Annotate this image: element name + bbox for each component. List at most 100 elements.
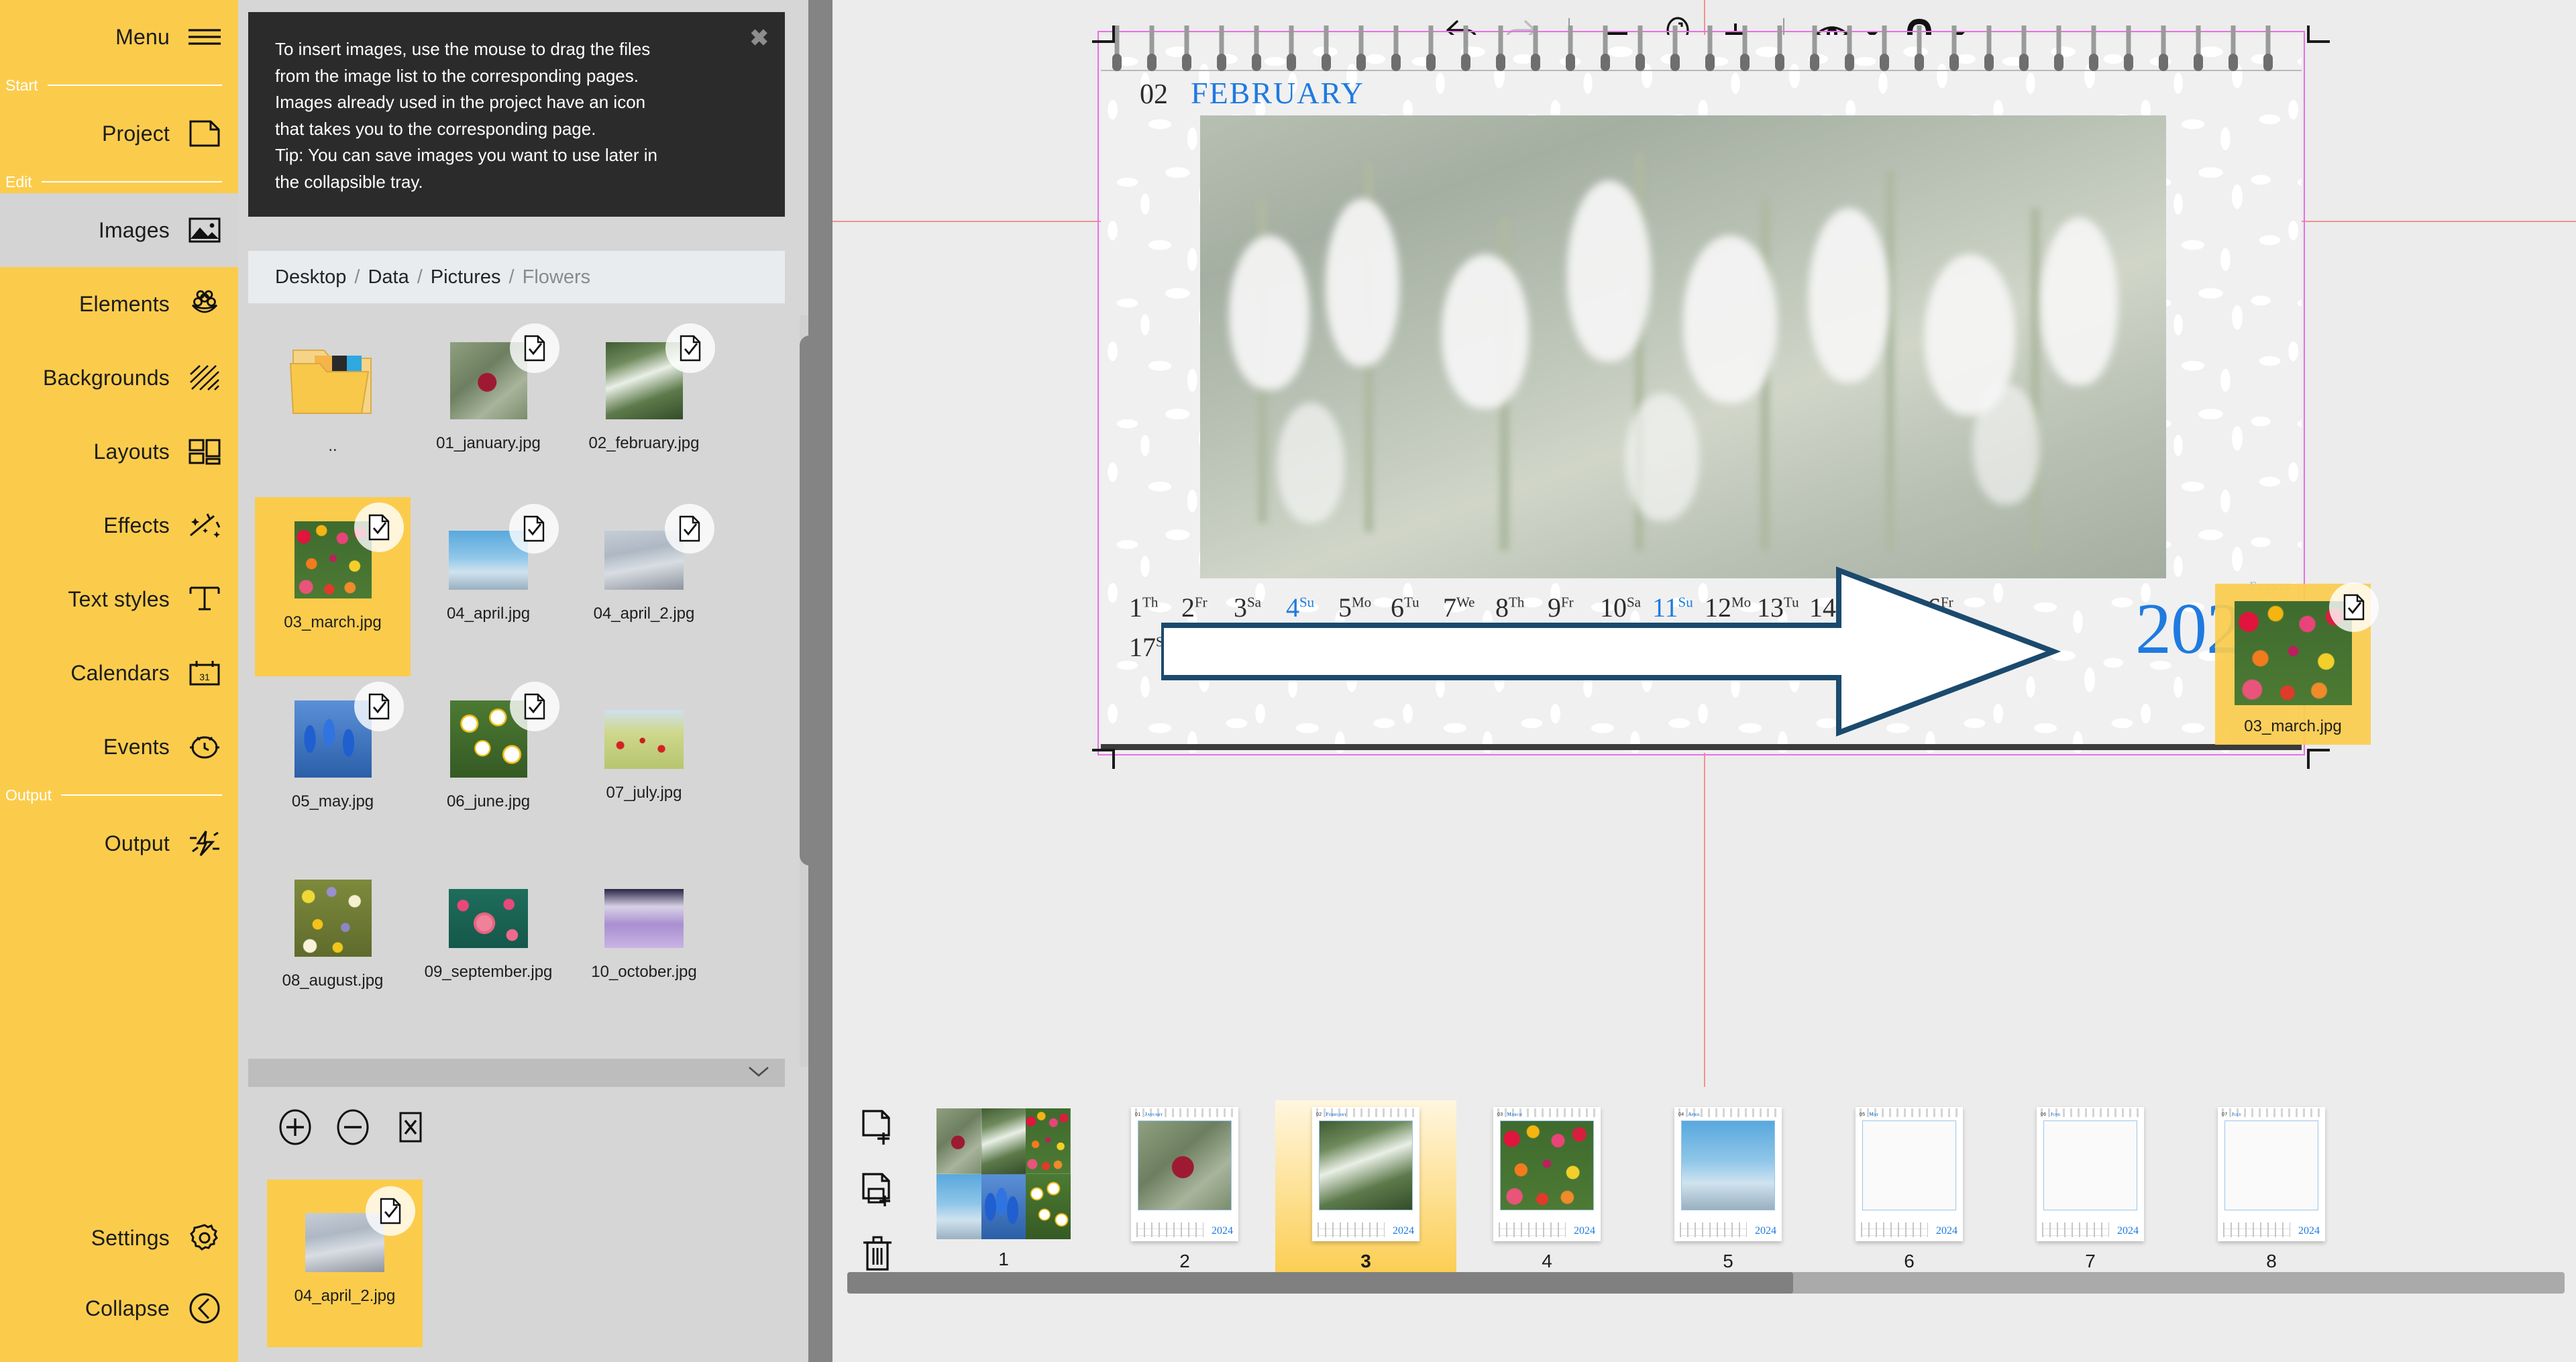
sidebar-item-label: Elements bbox=[79, 292, 170, 317]
list-item-label: 10_october.jpg bbox=[591, 963, 696, 982]
page-preview-heading: 06June bbox=[2041, 1112, 2061, 1117]
list-item-03-march[interactable]: 03_march.jpg bbox=[255, 497, 411, 676]
breadcrumb-separator: / bbox=[509, 266, 515, 289]
trash-icon[interactable] bbox=[858, 1235, 897, 1273]
used-in-project-icon[interactable] bbox=[509, 504, 559, 554]
panel-splitter[interactable] bbox=[808, 0, 833, 1362]
list-item-parent-folder[interactable]: .. bbox=[255, 318, 411, 497]
tooltip-line: the collapsible tray. bbox=[275, 169, 755, 196]
tooltip-line: To insert images, use the mouse to drag … bbox=[275, 36, 755, 63]
sidebar-item-project[interactable]: Project bbox=[0, 97, 238, 170]
add-icon[interactable] bbox=[276, 1108, 314, 1146]
breadcrumb-flowers[interactable]: Flowers bbox=[523, 266, 591, 289]
list-item-04-april-2[interactable]: 04_april_2.jpg bbox=[566, 497, 722, 676]
divider bbox=[48, 85, 222, 86]
used-in-project-icon[interactable] bbox=[354, 682, 404, 731]
page-strip-scrollbar[interactable] bbox=[847, 1272, 2565, 1294]
page-canvas[interactable]: 02 February bbox=[833, 67, 2576, 1087]
page-thumb-6[interactable]: 05May 2024 6 bbox=[1819, 1100, 2000, 1281]
tray-item-04-april-2[interactable]: 04_april_2.jpg bbox=[267, 1180, 423, 1347]
tray-collapse-strip[interactable] bbox=[248, 1059, 785, 1087]
clear-icon[interactable] bbox=[392, 1108, 429, 1146]
remove-icon[interactable] bbox=[334, 1108, 372, 1146]
used-in-project-icon[interactable] bbox=[510, 682, 559, 731]
used-in-project-icon[interactable] bbox=[665, 504, 714, 554]
page-preview-year: 2024 bbox=[1755, 1225, 1776, 1237]
sidebar-item-events[interactable]: Events bbox=[0, 710, 238, 784]
image-browser-panel: ✖ To insert images, use the mouse to dra… bbox=[238, 0, 832, 1362]
list-item-label: 07_july.jpg bbox=[606, 784, 682, 802]
page-preview-heading: 04April bbox=[1678, 1112, 1701, 1117]
breadcrumb-data[interactable]: Data bbox=[368, 266, 409, 289]
sidebar-item-images[interactable]: Images bbox=[0, 193, 238, 267]
file-grid: .. 01_january.jpg bbox=[248, 303, 785, 1035]
page-thumb-4[interactable]: 03March 2024 4 bbox=[1456, 1100, 1638, 1281]
list-item-04-april[interactable]: 04_april.jpg bbox=[411, 497, 566, 676]
list-item-09-september[interactable]: 09_september.jpg bbox=[411, 855, 566, 1035]
list-item-02-february[interactable]: 02_february.jpg bbox=[566, 318, 722, 497]
hatch-icon bbox=[187, 360, 222, 395]
page-thumb-3[interactable]: 02February 2024 3 bbox=[1275, 1100, 1456, 1281]
page-thumb-2[interactable]: 01January 2024 2 bbox=[1094, 1100, 1275, 1281]
duplicate-page-button[interactable] bbox=[858, 1171, 897, 1210]
sidebar-item-calendars[interactable]: Calendars 31 bbox=[0, 636, 238, 710]
close-icon[interactable]: ✖ bbox=[750, 27, 769, 50]
page-preview: 07July 2024 bbox=[2218, 1107, 2325, 1241]
sidebar-item-text-styles[interactable]: Text styles bbox=[0, 562, 238, 636]
page-icon bbox=[187, 116, 222, 151]
sidebar-item-effects[interactable]: Effects bbox=[0, 488, 238, 562]
page-thumb-7[interactable]: 06June 2024 7 bbox=[2000, 1100, 2181, 1281]
month-heading[interactable]: 02 February bbox=[1140, 75, 1364, 111]
used-in-project-icon[interactable] bbox=[366, 1186, 415, 1236]
chevron-down-icon[interactable] bbox=[747, 1065, 770, 1082]
page-number: 4 bbox=[1542, 1251, 1552, 1272]
used-in-project-icon[interactable] bbox=[510, 323, 559, 373]
sidebar-item-elements[interactable]: Elements bbox=[0, 267, 238, 341]
sidebar-item-output[interactable]: Output bbox=[0, 806, 238, 880]
page-preview-photo bbox=[2224, 1120, 2318, 1210]
page-thumb-5[interactable]: 04April 2024 5 bbox=[1638, 1100, 1819, 1281]
list-item-06-june[interactable]: 06_june.jpg bbox=[411, 676, 566, 855]
list-item-label: 04_april_2.jpg bbox=[594, 605, 695, 623]
sidebar-item-settings[interactable]: Settings bbox=[0, 1201, 238, 1275]
list-item-07-july[interactable]: 07_july.jpg bbox=[566, 676, 722, 855]
sidebar-item-layouts[interactable]: Layouts bbox=[0, 415, 238, 488]
list-item-05-may[interactable]: 05_may.jpg bbox=[255, 676, 411, 855]
list-item-label: 01_january.jpg bbox=[436, 434, 541, 453]
page-number: 3 bbox=[1360, 1251, 1371, 1272]
magic-wand-icon bbox=[187, 508, 222, 543]
breadcrumb-pictures[interactable]: Pictures bbox=[431, 266, 501, 289]
thumbnail bbox=[604, 710, 684, 769]
page-number: 6 bbox=[1904, 1251, 1915, 1272]
list-item-01-january[interactable]: 01_january.jpg bbox=[411, 318, 566, 497]
text-t-icon bbox=[187, 582, 222, 617]
thumbnail bbox=[604, 531, 684, 590]
folder-icon bbox=[289, 338, 376, 422]
tooltip-line: Images already used in the project have … bbox=[275, 89, 755, 116]
page-thumb-1[interactable]: 1 bbox=[913, 1100, 1094, 1281]
sidebar-menu-button[interactable]: Menu bbox=[0, 0, 238, 74]
sidebar-collapse-button[interactable]: Collapse bbox=[0, 1271, 238, 1345]
list-item-10-october[interactable]: 10_october.jpg bbox=[566, 855, 722, 1035]
list-item-08-august[interactable]: 08_august.jpg bbox=[255, 855, 411, 1035]
page-preview-photo bbox=[1862, 1120, 1956, 1210]
file-grid-container: .. 01_january.jpg bbox=[248, 303, 785, 1078]
used-in-project-icon[interactable] bbox=[665, 323, 715, 373]
breadcrumb-desktop[interactable]: Desktop bbox=[275, 266, 346, 289]
splitter-grip[interactable] bbox=[808, 0, 833, 1362]
used-in-project-icon[interactable] bbox=[354, 503, 404, 552]
layout-icon bbox=[187, 434, 222, 469]
page-number: 7 bbox=[2085, 1251, 2096, 1272]
flower-icon bbox=[187, 286, 222, 321]
scrollbar-thumb[interactable] bbox=[847, 1272, 1793, 1294]
output-icon bbox=[187, 826, 222, 861]
add-page-button[interactable] bbox=[858, 1108, 897, 1147]
page-preview: 06June 2024 bbox=[2037, 1107, 2144, 1241]
sidebar-item-backgrounds[interactable]: Backgrounds bbox=[0, 341, 238, 415]
page-photo-frame[interactable] bbox=[1200, 115, 2166, 578]
thumbnail bbox=[294, 880, 372, 957]
sidebar-item-label: Text styles bbox=[68, 587, 170, 612]
page-preview-heading: 02February bbox=[1316, 1112, 1347, 1117]
list-item-label: 04_april.jpg bbox=[447, 605, 530, 623]
page-thumb-8[interactable]: 07July 2024 8 bbox=[2181, 1100, 2362, 1281]
